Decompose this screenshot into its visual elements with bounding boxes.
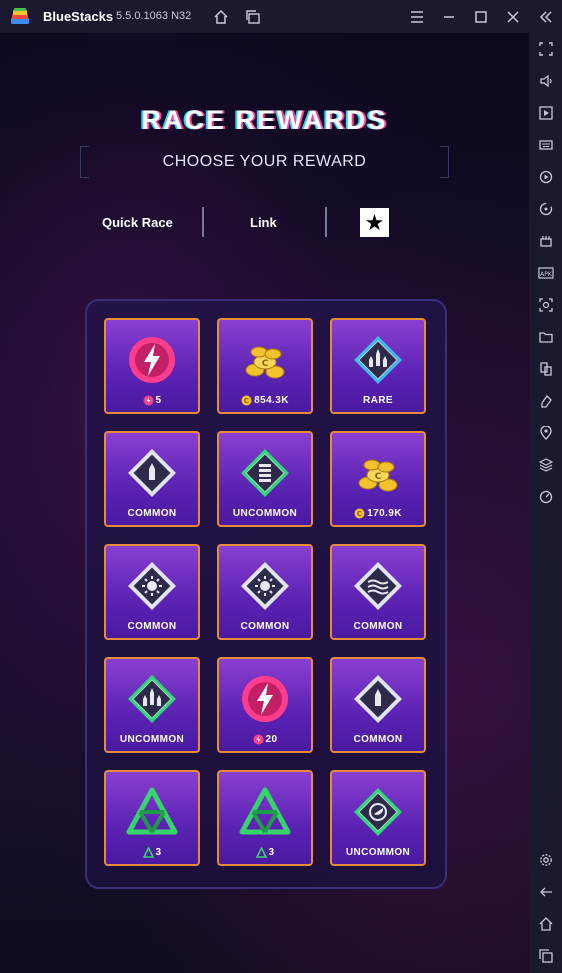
moon-diamond-icon: [352, 786, 404, 838]
tab-quick-race[interactable]: Quick Race: [102, 215, 173, 230]
reward-card[interactable]: COMMON: [330, 657, 426, 753]
eraser-icon[interactable]: [535, 390, 556, 411]
performance-icon[interactable]: [535, 486, 556, 507]
reward-label: UNCOMMON: [345, 847, 411, 858]
reward-label: 3: [219, 846, 311, 858]
back-icon[interactable]: [535, 881, 556, 902]
macro-icon[interactable]: [535, 230, 556, 251]
multi-window-icon[interactable]: [535, 358, 556, 379]
reward-label: COMMON: [353, 734, 403, 745]
rocket-diamond-icon: [126, 673, 178, 725]
keyboard-icon[interactable]: [535, 134, 556, 155]
gear-diamond-icon: [126, 560, 178, 612]
reward-card[interactable]: C C 170.9K: [330, 431, 426, 527]
reward-card[interactable]: 5: [104, 318, 200, 414]
svg-text:C: C: [244, 397, 250, 405]
collapse-sidebar-icon[interactable]: [535, 6, 557, 28]
stack-diamond-icon: [239, 447, 291, 499]
app-name: BlueStacks: [43, 9, 114, 24]
pyramid-icon: [255, 846, 267, 858]
gear-diamond-icon: [239, 560, 291, 612]
svg-text:C: C: [357, 510, 363, 518]
coin-pile-icon: C: [239, 334, 291, 386]
reward-card[interactable]: C C 854.3K: [217, 318, 313, 414]
bluestacks-logo-icon: [11, 8, 29, 24]
title-bar: BlueStacks 5.5.0.1063 N32: [0, 0, 562, 33]
reward-card[interactable]: RARE: [330, 318, 426, 414]
home-icon[interactable]: [210, 6, 232, 28]
reward-label: COMMON: [240, 621, 290, 632]
game-viewport: RACE REWARDS CHOOSE YOUR REWARD Quick Ra…: [0, 33, 529, 973]
layers-icon[interactable]: [535, 454, 556, 475]
green-pyramid-icon: [239, 786, 291, 838]
subtitle: CHOOSE YOUR REWARD: [162, 153, 367, 170]
rotate-icon[interactable]: [535, 198, 556, 219]
bullet-diamond-icon: [126, 447, 178, 499]
recent-apps-icon[interactable]: [535, 945, 556, 966]
coin-pile-icon: C: [352, 447, 404, 499]
pyramid-icon: [142, 846, 154, 858]
subtitle-box: CHOOSE YOUR REWARD: [80, 146, 449, 178]
green-pyramid-icon: [126, 786, 178, 838]
energy-icon: [239, 673, 291, 725]
reward-label: 3: [106, 846, 198, 858]
energy-icon: [253, 734, 264, 745]
reward-label: COMMON: [127, 621, 177, 632]
reward-label: 5: [106, 395, 198, 406]
reward-label: COMMON: [353, 621, 403, 632]
maximize-icon[interactable]: [470, 6, 492, 28]
reward-card[interactable]: 3: [104, 770, 200, 866]
fullscreen-icon[interactable]: [535, 38, 556, 59]
reward-label: RARE: [363, 395, 393, 406]
apk-icon[interactable]: APK: [535, 262, 556, 283]
settings-icon[interactable]: [535, 849, 556, 870]
reward-label: COMMON: [127, 508, 177, 519]
svg-text:C: C: [262, 359, 269, 369]
tab-separator: [202, 207, 204, 237]
location-icon[interactable]: [535, 422, 556, 443]
tab-link[interactable]: Link: [250, 215, 277, 230]
page-title: RACE REWARDS: [141, 105, 388, 135]
reward-card[interactable]: 3: [217, 770, 313, 866]
tab-star[interactable]: ★: [360, 208, 389, 237]
folder-icon[interactable]: [535, 326, 556, 347]
coin-icon: C: [241, 395, 252, 406]
svg-text:C: C: [375, 472, 382, 482]
tab-bar: Quick Race Link ★: [90, 207, 420, 239]
close-icon[interactable]: [502, 6, 524, 28]
svg-text:APK: APK: [540, 271, 553, 278]
reward-card[interactable]: UNCOMMON: [104, 657, 200, 753]
menu-icon[interactable]: [406, 6, 428, 28]
reward-label: UNCOMMON: [119, 734, 185, 745]
energy-icon: [143, 395, 154, 406]
star-icon: ★: [364, 209, 385, 235]
reward-card[interactable]: COMMON: [104, 544, 200, 640]
reward-label: UNCOMMON: [232, 508, 298, 519]
rocket-diamond-icon: [352, 334, 404, 386]
minimize-icon[interactable]: [438, 6, 460, 28]
reward-card[interactable]: COMMON: [104, 431, 200, 527]
coin-icon: C: [354, 508, 365, 519]
energy-icon: [126, 334, 178, 386]
reward-card[interactable]: COMMON: [217, 544, 313, 640]
tab-separator: [325, 207, 327, 237]
media-icon[interactable]: [535, 102, 556, 123]
record-icon[interactable]: [535, 166, 556, 187]
wave-diamond-icon: [352, 560, 404, 612]
right-sidebar: APK: [529, 33, 562, 973]
reward-card[interactable]: 20: [217, 657, 313, 753]
multi-instance-icon[interactable]: [242, 6, 264, 28]
reward-grid-panel: 5 C C 854.3K RARE COMMON UNCOMMON C C 17…: [85, 299, 447, 889]
reward-label: C 170.9K: [332, 508, 424, 519]
android-home-icon[interactable]: [535, 913, 556, 934]
bullet-diamond-icon: [352, 673, 404, 725]
app-version: 5.5.0.1063 N32: [116, 10, 192, 22]
volume-icon[interactable]: [535, 70, 556, 91]
reward-card[interactable]: COMMON: [330, 544, 426, 640]
reward-label: C 854.3K: [219, 395, 311, 406]
screenshot-icon[interactable]: [535, 294, 556, 315]
reward-label: 20: [219, 734, 311, 745]
reward-card[interactable]: UNCOMMON: [217, 431, 313, 527]
reward-card[interactable]: UNCOMMON: [330, 770, 426, 866]
